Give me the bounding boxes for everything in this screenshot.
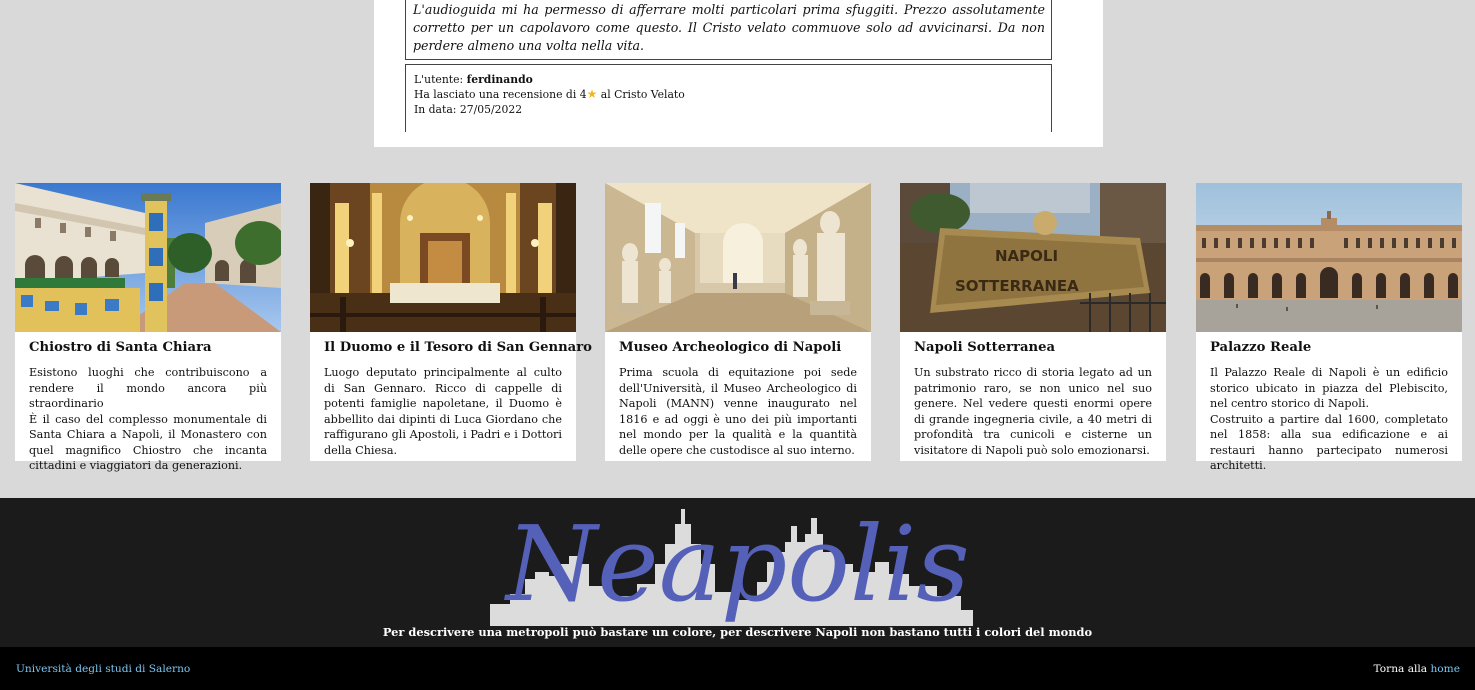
card-description: Prima scuola di equitazione poi sede del… — [619, 365, 857, 458]
attraction-card-sotterranea[interactable]: NAPOLI SOTTERRANEA Napoli Sotterranea Un… — [900, 183, 1166, 461]
back-home: Torna alla home — [1374, 663, 1460, 675]
card-title[interactable]: Museo Archeologico di Napoli — [619, 340, 859, 355]
card-image-mann[interactable] — [605, 183, 871, 332]
card-description-line: Un substrato ricco di storia legato ad u… — [914, 366, 1152, 457]
card-image-sotterranea[interactable]: NAPOLI SOTTERRANEA — [900, 183, 1166, 332]
card-description-line: Costruito a partire dal 1600, completato… — [1210, 412, 1448, 473]
attraction-card-santa-chiara[interactable]: Chiostro di Santa Chiara Esistono luoghi… — [15, 183, 281, 472]
review-rating-line: Ha lasciato una recensione di 4★ al Cris… — [414, 87, 1043, 102]
reviews-scroll-area[interactable]: L'audioguida mi ha permesso di afferrare… — [402, 0, 1074, 132]
card-image-duomo[interactable] — [310, 183, 576, 332]
review-subject: al Cristo Velato — [597, 88, 685, 101]
review-text: L'audioguida mi ha permesso di afferrare… — [413, 2, 1045, 53]
review-date-label: In data: — [414, 103, 460, 116]
card-description-line: Prima scuola di equitazione poi sede del… — [619, 366, 857, 457]
logo-wordmark: Neapolis — [503, 504, 970, 625]
review-user-label: L'utente: — [414, 73, 467, 86]
attraction-card-mann[interactable]: Museo Archeologico di Napoli Prima scuol… — [605, 183, 871, 461]
card-title[interactable]: Chiostro di Santa Chiara — [29, 340, 269, 355]
card-description: Esistono luoghi che contribuiscono a ren… — [29, 365, 267, 474]
review-rating-label: Ha lasciato una recensione di — [414, 88, 580, 101]
card-description: Luogo deputato principalmente al culto d… — [324, 365, 562, 458]
card-description: Un substrato ricco di storia legato ad u… — [914, 365, 1152, 458]
back-home-label: Torna alla — [1373, 663, 1431, 675]
card-description-line: Il Palazzo Reale di Napoli è un edificio… — [1210, 366, 1448, 410]
review-rating-value: 4 — [579, 88, 587, 101]
card-image-palazzo-reale[interactable] — [1196, 183, 1462, 332]
review-username: ferdinando — [466, 73, 533, 86]
reviews-panel: L'audioguida mi ha permesso di afferrare… — [374, 0, 1103, 147]
home-link[interactable]: home — [1430, 663, 1460, 675]
card-description-line: Luogo deputato principalmente al culto d… — [324, 366, 562, 457]
card-title[interactable]: Palazzo Reale — [1210, 340, 1450, 355]
footer-motto: Per descrivere una metropoli può bastare… — [382, 625, 1093, 639]
review-text-box: L'audioguida mi ha permesso di afferrare… — [405, 0, 1052, 60]
bottom-bar: Università degli studi di Salerno Torna … — [0, 647, 1475, 690]
card-title[interactable]: Il Duomo e il Tesoro di San Gennaro — [324, 340, 592, 355]
neapolis-logo: Neapolis — [480, 503, 1000, 626]
review-user-line: L'utente: ferdinando — [414, 72, 1043, 87]
site-footer: Neapolis Per descrivere una metropoli pu… — [0, 498, 1475, 647]
review-card: L'utente: ferdinando Ha lasciato una rec… — [405, 64, 1052, 132]
review-date-line: In data: 27/05/2022 — [414, 102, 1043, 117]
review-date: 27/05/2022 — [459, 103, 523, 116]
card-title[interactable]: Napoli Sotterranea — [914, 340, 1154, 355]
attraction-card-palazzo-reale[interactable]: Palazzo Reale Il Palazzo Reale di Napoli… — [1196, 183, 1462, 472]
university-link[interactable]: Università degli studi di Salerno — [16, 663, 190, 675]
card-image-santa-chiara[interactable] — [15, 183, 281, 332]
svg-text:SOTTERRANEA: SOTTERRANEA — [955, 277, 1079, 295]
attraction-card-duomo[interactable]: Il Duomo e il Tesoro di San Gennaro Luog… — [310, 183, 592, 461]
svg-text:NAPOLI: NAPOLI — [995, 247, 1058, 265]
star-icon: ★ — [586, 87, 598, 101]
card-description: Il Palazzo Reale di Napoli è un edificio… — [1210, 365, 1448, 474]
card-description-line: È il caso del complesso monumentale di S… — [29, 412, 267, 473]
card-description-line: Esistono luoghi che contribuiscono a ren… — [29, 366, 267, 410]
